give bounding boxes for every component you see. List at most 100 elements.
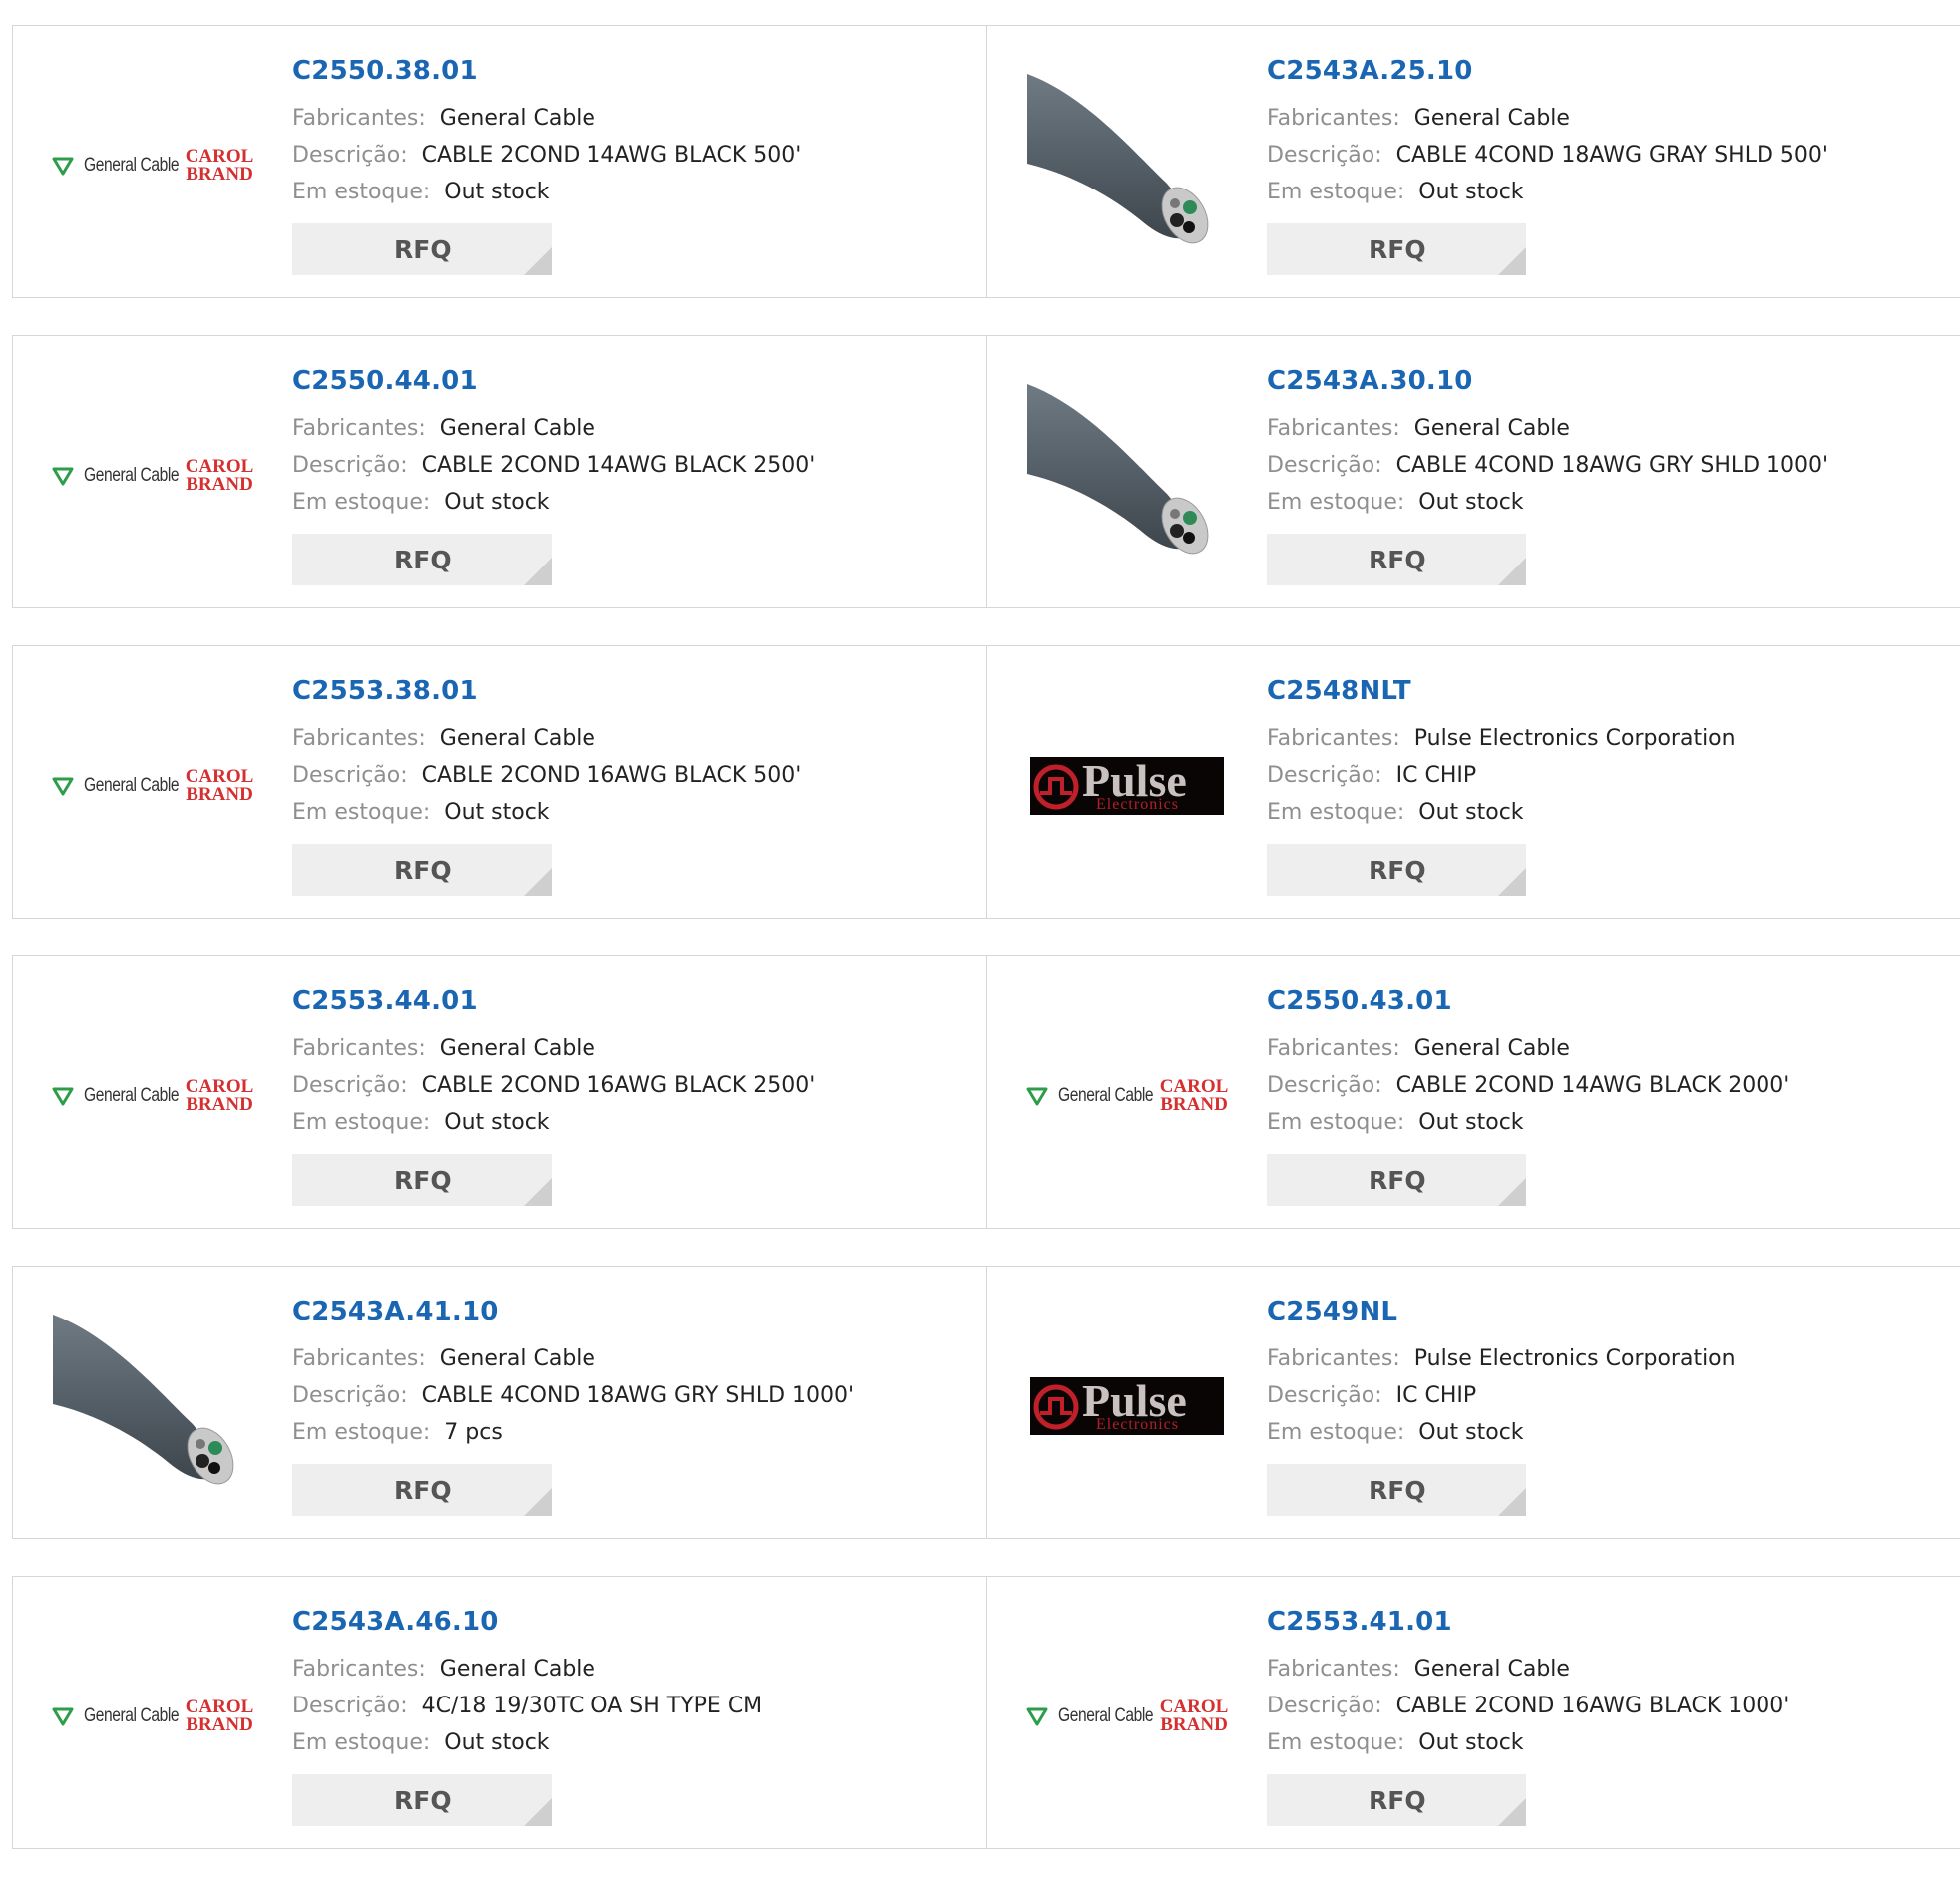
stock-value: Out stock [444,1730,550,1755]
stock-label: Em estoque: [292,180,431,204]
product-image[interactable]: General Cable CAROL BRAND [1026,1617,1229,1816]
stock-label: Em estoque: [1267,490,1405,515]
stock-label: Em estoque: [1267,1730,1405,1755]
rfq-button[interactable]: RFQ [292,1774,552,1826]
product-image[interactable]: General Cable CAROL BRAND [52,376,253,575]
product-image[interactable]: General Cable CAROL BRAND [52,996,253,1196]
rfq-button-label: RFQ [1369,1476,1426,1505]
part-number-link[interactable]: C2550.38.01 [292,56,801,86]
rfq-button[interactable]: RFQ [292,534,552,585]
general-cable-logo: General Cable CAROL BRAND [1026,1077,1229,1115]
product-image[interactable]: Pulse Electronics [1027,686,1227,886]
corner-decoration [1498,558,1526,585]
stock-value: Out stock [1418,1730,1524,1755]
cable-photo [1027,384,1209,555]
description-value: 4C/18 19/30TC OA SH TYPE CM [421,1694,763,1718]
manufacturer-value: General Cable [439,1657,595,1682]
description-value: CABLE 2COND 14AWG BLACK 2500' [421,453,816,478]
description-value: CABLE 2COND 16AWG BLACK 2500' [421,1073,816,1098]
manufacturer-label: Fabricantes: [292,1346,426,1371]
stock-label: Em estoque: [1267,180,1405,204]
rfq-button[interactable]: RFQ [1267,1154,1526,1206]
stock-value: Out stock [444,800,550,825]
product-card: C2543A.41.10 Fabricantes: General Cable D… [13,1267,986,1538]
product-card: General Cable CAROL BRAND C2550.43.01 Fa… [986,956,1960,1228]
product-image[interactable]: General Cable CAROL BRAND [52,1617,253,1816]
rfq-button[interactable]: RFQ [1267,844,1526,896]
product-card: General Cable CAROL BRAND C2543A.46.10 F… [13,1577,986,1848]
product-image[interactable] [53,1307,252,1506]
product-image[interactable]: Pulse Electronics [1027,1307,1227,1506]
general-cable-wordmark: General Cable [83,775,180,796]
brand-text: BRAND [186,1714,253,1735]
rfq-button[interactable]: RFQ [292,1154,552,1206]
corner-decoration [524,1488,552,1516]
stock-label: Em estoque: [1267,800,1405,825]
manufacturer-value: Pulse Electronics Corporation [1413,1346,1736,1371]
carol-brand-mark: CAROL BRAND [1160,1077,1229,1115]
general-cable-wordmark: General Cable [83,1085,180,1106]
general-cable-logo: General Cable CAROL BRAND [52,767,253,804]
manufacturer-label: Fabricantes: [1267,106,1400,131]
product-image[interactable] [1027,66,1227,265]
brand-text: BRAND [1160,1094,1228,1115]
rfq-button[interactable]: RFQ [292,844,552,896]
stock-label: Em estoque: [1267,1110,1405,1135]
rfq-button-label: RFQ [394,1786,452,1815]
description-label: Descrição: [292,143,408,168]
part-number-link[interactable]: C2550.44.01 [292,366,815,396]
part-number-link[interactable]: C2543A.46.10 [292,1607,762,1637]
part-number-link[interactable]: C2553.41.01 [1267,1607,1789,1637]
rfq-button[interactable]: RFQ [1267,1464,1526,1516]
manufacturer-value: General Cable [439,1036,595,1061]
pulse-electronics-logo: Pulse Electronics [1030,1377,1224,1435]
description-label: Descrição: [1267,763,1382,788]
rfq-button[interactable]: RFQ [1267,534,1526,585]
description-value: CABLE 2COND 16AWG BLACK 1000' [1395,1694,1790,1718]
general-cable-wordmark: General Cable [83,465,180,486]
carol-brand-mark: CAROL BRAND [1160,1697,1229,1735]
brand-text: BRAND [1160,1714,1228,1735]
rfq-button-label: RFQ [1369,1166,1426,1195]
stock-label: Em estoque: [292,1420,431,1445]
part-number-link[interactable]: C2548NLT [1267,676,1736,706]
manufacturer-value: General Cable [439,416,595,441]
part-number-link[interactable]: C2553.38.01 [292,676,801,706]
rfq-button[interactable]: RFQ [1267,1774,1526,1826]
part-number-link[interactable]: C2543A.25.10 [1267,56,1828,86]
rfq-button[interactable]: RFQ [292,223,552,275]
part-number-link[interactable]: C2543A.30.10 [1267,366,1828,396]
manufacturer-label: Fabricantes: [1267,726,1400,751]
manufacturer-label: Fabricantes: [1267,1036,1400,1061]
product-image[interactable]: General Cable CAROL BRAND [52,686,253,886]
product-image[interactable]: General Cable CAROL BRAND [52,66,254,265]
manufacturer-value: General Cable [1413,1657,1570,1682]
brand-text: BRAND [186,164,253,185]
part-number-link[interactable]: C2550.43.01 [1267,986,1789,1016]
stock-label: Em estoque: [292,1110,431,1135]
part-number-link[interactable]: C2553.44.01 [292,986,815,1016]
stock-value: Out stock [444,180,550,204]
product-image[interactable]: General Cable CAROL BRAND [1026,996,1229,1196]
carol-brand-mark: CAROL BRAND [186,147,254,185]
stock-value: Out stock [1418,800,1524,825]
brand-text: BRAND [186,474,253,495]
part-number-link[interactable]: C2549NL [1267,1297,1736,1326]
manufacturer-value: Pulse Electronics Corporation [1413,726,1736,751]
product-row: General Cable CAROL BRAND C2543A.46.10 F… [12,1576,1960,1849]
rfq-button-label: RFQ [394,235,452,264]
rfq-button-label: RFQ [1369,235,1426,264]
stock-value: Out stock [1418,1110,1524,1135]
stock-label: Em estoque: [1267,1420,1405,1445]
shield-icon [1026,1087,1048,1106]
stock-value: Out stock [444,490,550,515]
rfq-button[interactable]: RFQ [1267,223,1526,275]
part-number-link[interactable]: C2543A.41.10 [292,1297,854,1326]
product-card: General Cable CAROL BRAND C2553.38.01 Fa… [13,646,986,918]
description-label: Descrição: [292,1073,408,1098]
rfq-button[interactable]: RFQ [292,1464,552,1516]
product-image[interactable] [1027,376,1227,575]
corner-decoration [1498,247,1526,275]
manufacturer-value: General Cable [1413,1036,1570,1061]
rfq-button-label: RFQ [394,546,452,574]
